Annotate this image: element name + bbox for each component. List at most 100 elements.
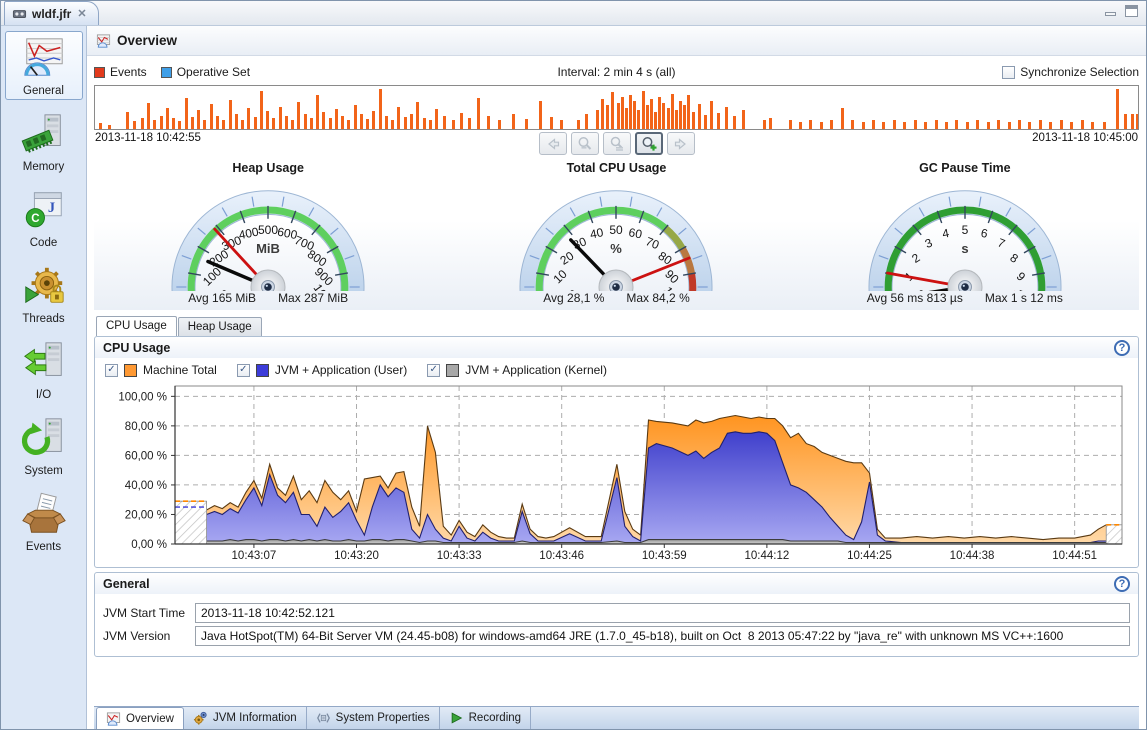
timeline-nav [94,132,1139,155]
bottom-tab-label: Recording [469,712,521,724]
event-bar [460,113,463,129]
event-bar [385,116,388,129]
event-bar [247,108,250,129]
sidebar-item-memory[interactable]: Memory [5,107,83,176]
event-bar [1081,120,1084,129]
event-bar [133,121,136,129]
event-bar [416,102,419,129]
jvm-kernel-checkbox[interactable]: ✓ [427,364,440,377]
jvm-version-row: JVM Version [103,626,1130,646]
event-bar [266,111,269,129]
general-rows: JVM Start Time JVM Version [95,594,1138,656]
event-bar [679,101,682,129]
svg-text:10:44:12: 10:44:12 [744,550,789,562]
cpu-max-value: Max 84,2 % [626,291,689,305]
overview-content: Events Operative Set Interval: 2 min 4 s… [87,56,1146,729]
event-bar [272,118,275,129]
event-bar [197,110,200,129]
heap-usage-dial: 01002003004005006007008009001000MiB [148,177,388,291]
sidebar-item-label: Threads [6,313,82,325]
bottom-tab-bar: Overview JVM Information [94,706,1139,729]
arrow-right-icon [673,136,689,152]
event-bar [585,114,588,129]
svg-text:500: 500 [258,223,278,237]
svg-text:20,00 %: 20,00 % [125,509,167,521]
tab-cpu-usage[interactable]: CPU Usage [96,316,177,336]
help-icon[interactable]: ? [1114,340,1130,356]
svg-text:10:44:25: 10:44:25 [847,550,892,562]
bottom-tab-jvm-information[interactable]: JVM Information [184,707,307,729]
jvm-version-field[interactable] [195,626,1130,646]
machine-total-checkbox[interactable]: ✓ [105,364,118,377]
sidebar-item-system[interactable]: System [5,411,83,480]
help-icon[interactable]: ? [1114,576,1130,592]
event-bar [1039,120,1042,129]
event-bar [147,103,150,129]
jvm-user-label: JVM + Application (User) [275,363,407,377]
sidebar-item-events[interactable]: Events [5,487,83,556]
event-bar [820,122,823,129]
svg-text:0,00 %: 0,00 % [131,539,167,551]
tab-heap-usage[interactable]: Heap Usage [178,317,262,336]
nav-zoom-in-button[interactable] [635,132,663,155]
event-bar [379,89,382,129]
sidebar-item-label: I/O [6,389,82,401]
svg-text:70: 70 [644,234,662,252]
maximize-icon[interactable] [1125,5,1138,17]
minimize-icon[interactable] [1105,12,1116,16]
event-bar [1103,122,1106,129]
event-bar [166,108,169,129]
event-bar [235,114,238,129]
memory-ram-icon [21,111,67,157]
sidebar-item-label: Code [6,237,82,249]
bottom-tab-system-properties[interactable]: System Properties [307,707,440,729]
events-timeline-strip[interactable] [94,85,1139,130]
event-bar [862,122,865,129]
event-bar [769,118,772,129]
system-refresh-icon [21,415,67,461]
event-bar [366,119,369,129]
play-icon [449,711,464,725]
svg-text:10: 10 [551,267,571,287]
event-bar [498,120,501,129]
event-bar [667,108,670,130]
jvm-kernel-label: JVM + Application (Kernel) [465,363,607,377]
svg-text:MiB: MiB [256,241,280,256]
nav-back-button [539,132,567,155]
sidebar-item-general[interactable]: General [5,31,83,100]
mission-control-window: wldf.jfr ✕ General [0,0,1147,730]
sidebar-item-io[interactable]: I/O [5,335,83,404]
event-bar [391,120,394,129]
event-bar [423,118,426,129]
event-bar [658,97,661,129]
editor-tab-title: wldf.jfr [32,7,71,21]
main-panel: Overview Events Operative Set [87,26,1146,729]
event-bar [1124,114,1127,129]
svg-text:60: 60 [628,225,644,241]
event-bar [611,92,614,129]
sidebar-item-code[interactable]: J C Threads Code [5,183,83,252]
total-cpu-usage-dial: 0102030405060708090100% [496,177,736,291]
close-icon[interactable]: ✕ [76,7,87,20]
timeline-footer: 2013-11-18 10:42:55 [94,130,1139,161]
event-bar [1070,122,1073,129]
cpu-usage-chart[interactable]: 0,00 %20,00 %40,00 %60,00 %80,00 %100,00… [99,380,1134,564]
event-bar [637,110,640,129]
sidebar-item-label: Memory [6,161,82,173]
event-bar [468,118,471,129]
event-bar [279,107,282,129]
jvm-kernel-swatch [446,364,459,377]
svg-text:7: 7 [996,235,1008,251]
jvm-start-time-field[interactable] [195,603,1130,623]
event-bar [435,109,438,129]
sidebar: General Memory [1,26,87,729]
svg-text:%: % [611,241,623,256]
jvm-user-checkbox[interactable]: ✓ [237,364,250,377]
event-bar [1116,89,1119,129]
bottom-tab-recording[interactable]: Recording [440,707,531,729]
editor-tab-wldf[interactable]: wldf.jfr ✕ [4,1,99,25]
bottom-tab-overview[interactable]: Overview [96,707,184,729]
general-gauge-chart-icon [21,35,67,81]
event-bar [254,117,257,129]
sidebar-item-threads[interactable]: Threads [5,259,83,328]
